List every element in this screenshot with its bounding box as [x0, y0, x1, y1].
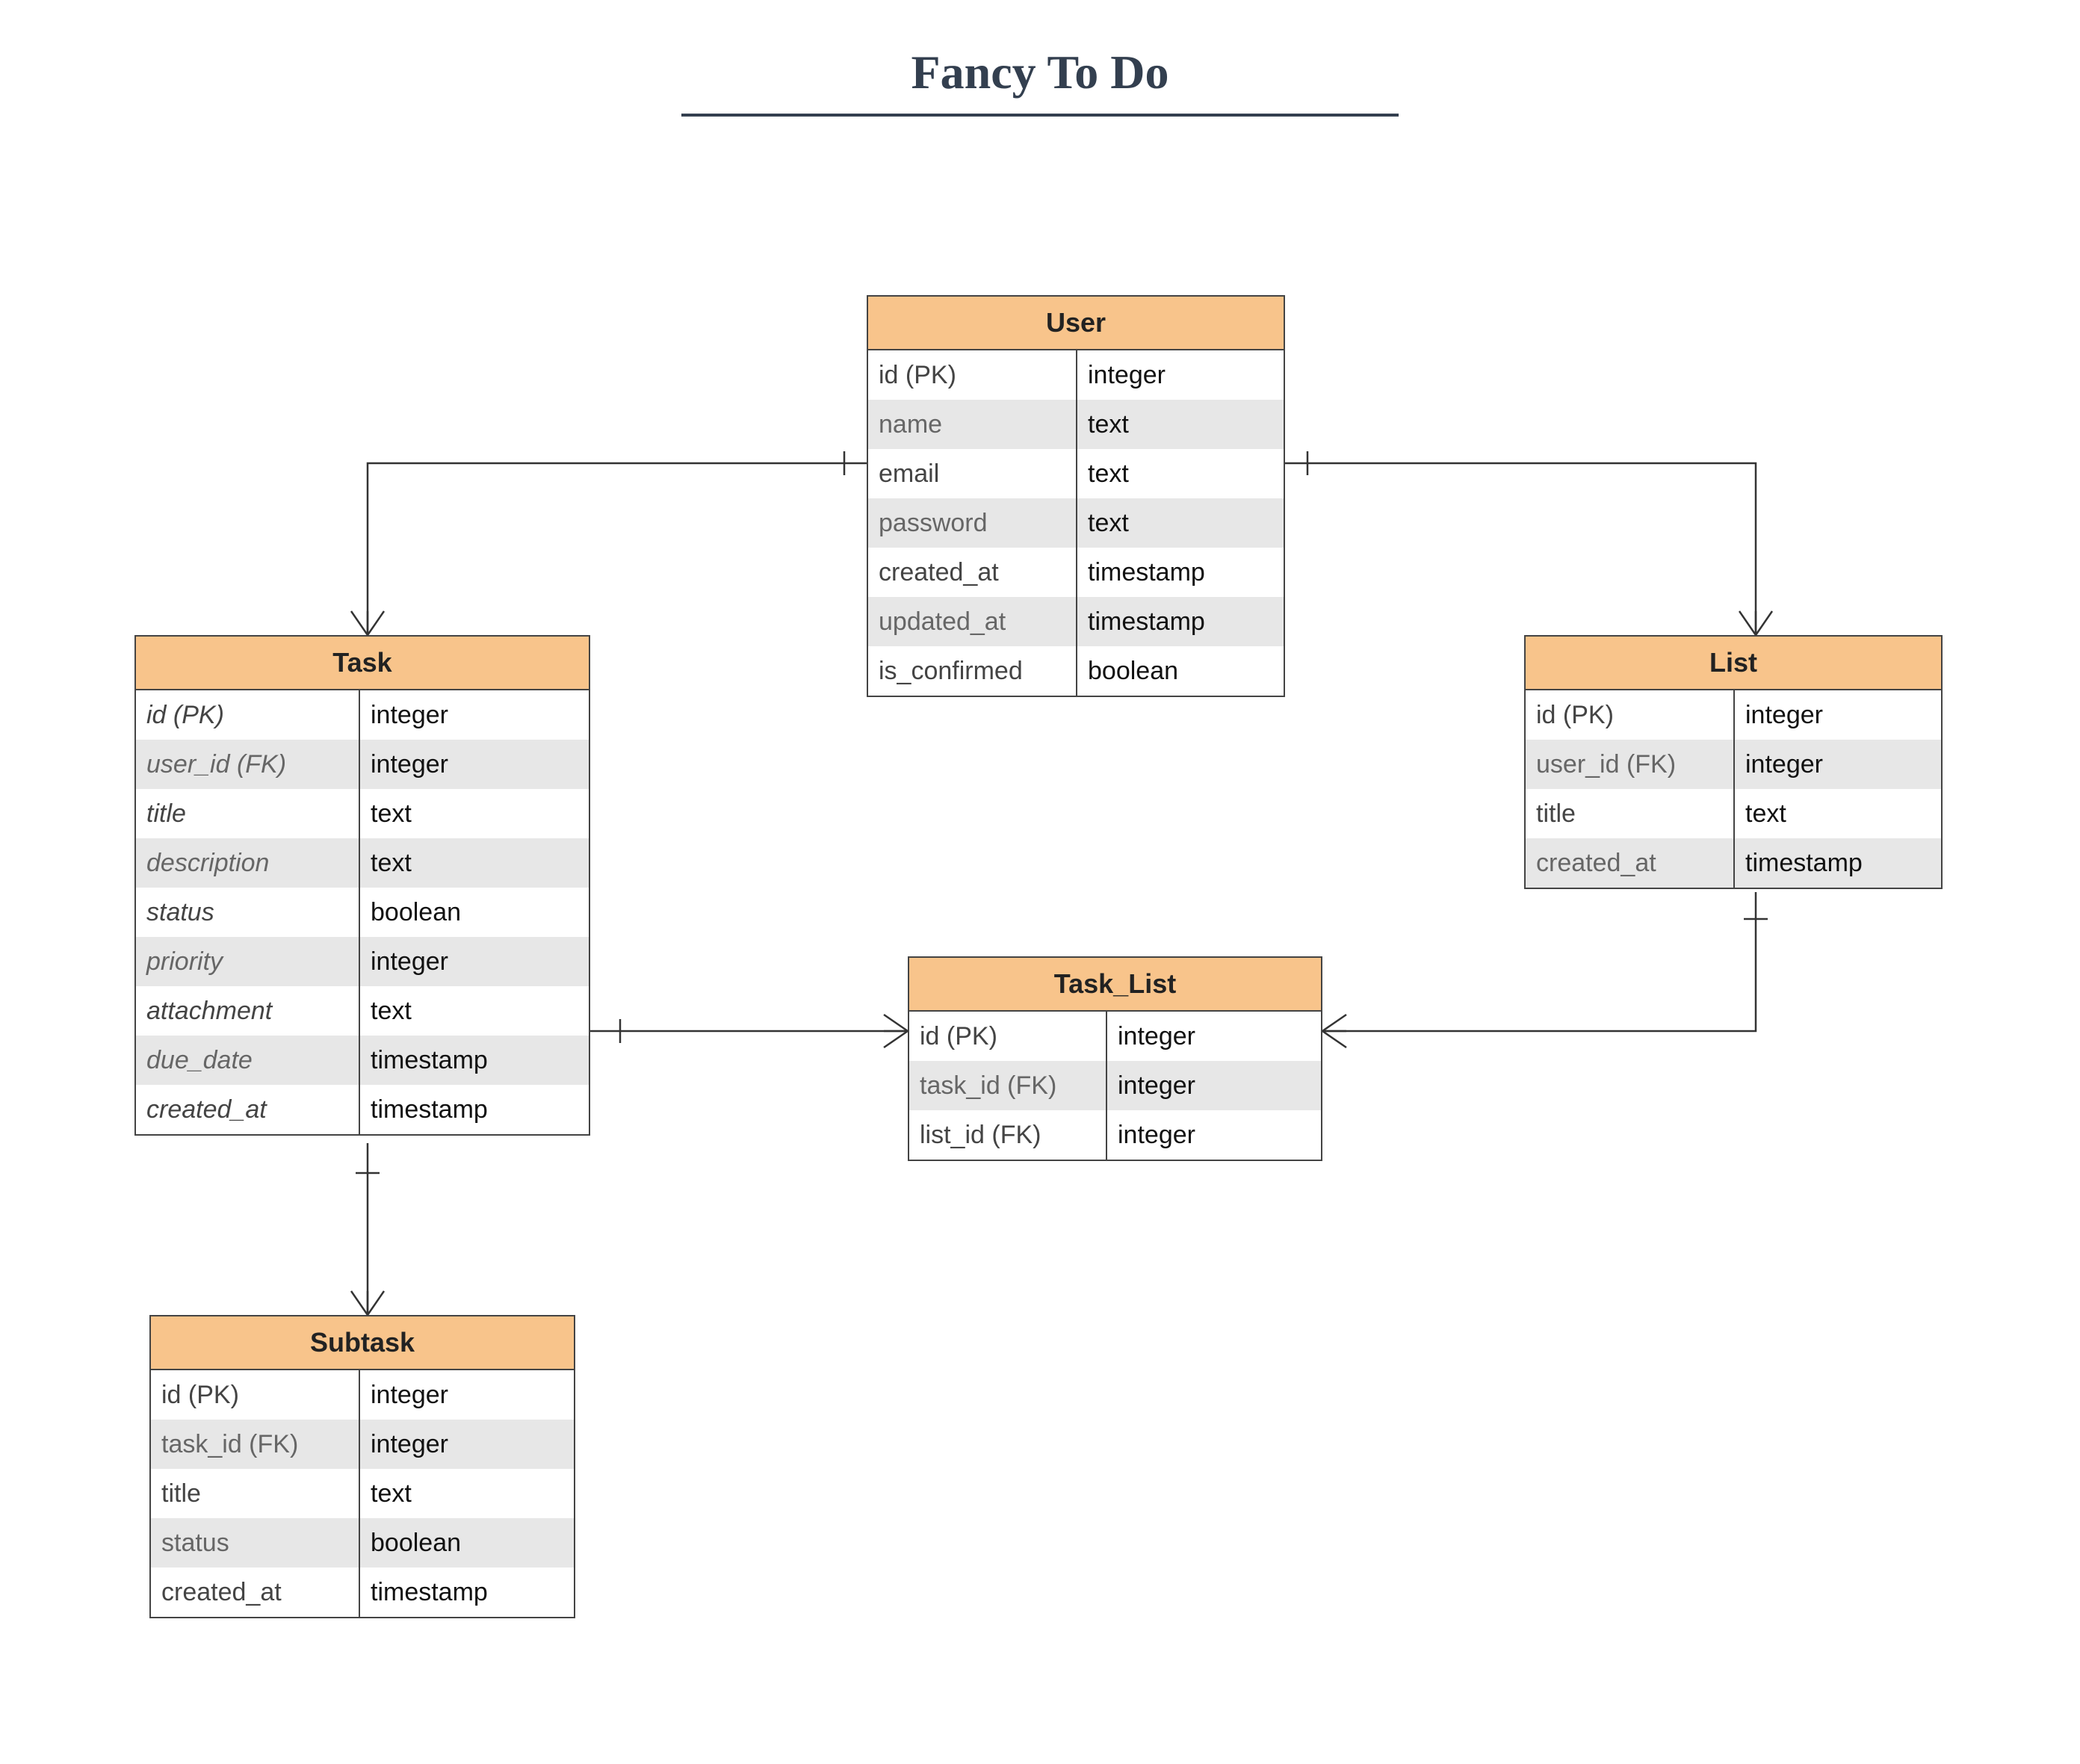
field-name: user_id (FK) — [1526, 740, 1735, 789]
field-type: timestamp — [1735, 838, 1941, 888]
field-type: text — [360, 1469, 574, 1518]
field-type: timestamp — [360, 1568, 574, 1617]
field-type: text — [1077, 449, 1284, 498]
entity-subtask-header: Subtask — [151, 1316, 574, 1370]
field-type: text — [360, 838, 589, 888]
field-type: integer — [1735, 690, 1941, 740]
field-name: created_at — [868, 548, 1077, 597]
field-type: timestamp — [360, 1036, 589, 1085]
entity-tasklist-header: Task_List — [909, 958, 1321, 1012]
field-type: integer — [360, 740, 589, 789]
field-name: updated_at — [868, 597, 1077, 646]
entity-task: Task id (PK)integer user_id (FK)integer … — [134, 635, 590, 1136]
title-underline — [681, 114, 1399, 117]
field-name: id (PK) — [909, 1012, 1107, 1061]
field-name: created_at — [136, 1085, 360, 1134]
field-type: boolean — [1077, 646, 1284, 696]
field-name: created_at — [1526, 838, 1735, 888]
field-name: name — [868, 400, 1077, 449]
field-type: integer — [360, 1370, 574, 1420]
field-type: text — [1077, 498, 1284, 548]
field-name: priority — [136, 937, 360, 986]
field-name: title — [136, 789, 360, 838]
field-type: text — [1077, 400, 1284, 449]
entity-list: List id (PK)integer user_id (FK)integer … — [1524, 635, 1943, 889]
field-name: status — [136, 888, 360, 937]
field-type: timestamp — [1077, 597, 1284, 646]
field-type: boolean — [360, 1518, 574, 1568]
entity-user: User id (PK)integer nametext emailtext p… — [867, 295, 1285, 697]
field-type: text — [360, 986, 589, 1036]
field-name: list_id (FK) — [909, 1110, 1107, 1160]
field-type: boolean — [360, 888, 589, 937]
field-type: timestamp — [1077, 548, 1284, 597]
field-name: id (PK) — [136, 690, 360, 740]
field-name: created_at — [151, 1568, 360, 1617]
field-name: id (PK) — [151, 1370, 360, 1420]
field-type: integer — [1077, 350, 1284, 400]
field-name: task_id (FK) — [909, 1061, 1107, 1110]
field-type: integer — [1107, 1012, 1321, 1061]
er-diagram-canvas: Fancy To Do — [0, 0, 2080, 1764]
field-type: integer — [360, 1420, 574, 1469]
entity-task-header: Task — [136, 637, 589, 690]
field-name: user_id (FK) — [136, 740, 360, 789]
field-name: title — [151, 1469, 360, 1518]
field-name: is_confirmed — [868, 646, 1077, 696]
field-type: integer — [360, 690, 589, 740]
field-type: integer — [360, 937, 589, 986]
field-type: integer — [1107, 1110, 1321, 1160]
field-name: status — [151, 1518, 360, 1568]
field-type: text — [1735, 789, 1941, 838]
field-name: task_id (FK) — [151, 1420, 360, 1469]
entity-tasklist: Task_List id (PK)integer task_id (FK)int… — [908, 956, 1322, 1161]
field-type: timestamp — [360, 1085, 589, 1134]
diagram-title: Fancy To Do — [911, 45, 1169, 114]
field-name: description — [136, 838, 360, 888]
field-name: attachment — [136, 986, 360, 1036]
field-name: password — [868, 498, 1077, 548]
field-type: text — [360, 789, 589, 838]
field-type: integer — [1735, 740, 1941, 789]
field-type: integer — [1107, 1061, 1321, 1110]
field-name: email — [868, 449, 1077, 498]
field-name: id (PK) — [1526, 690, 1735, 740]
entity-subtask: Subtask id (PK)integer task_id (FK)integ… — [149, 1315, 575, 1618]
entity-list-header: List — [1526, 637, 1941, 690]
field-name: id (PK) — [868, 350, 1077, 400]
field-name: due_date — [136, 1036, 360, 1085]
field-name: title — [1526, 789, 1735, 838]
entity-user-header: User — [868, 297, 1284, 350]
